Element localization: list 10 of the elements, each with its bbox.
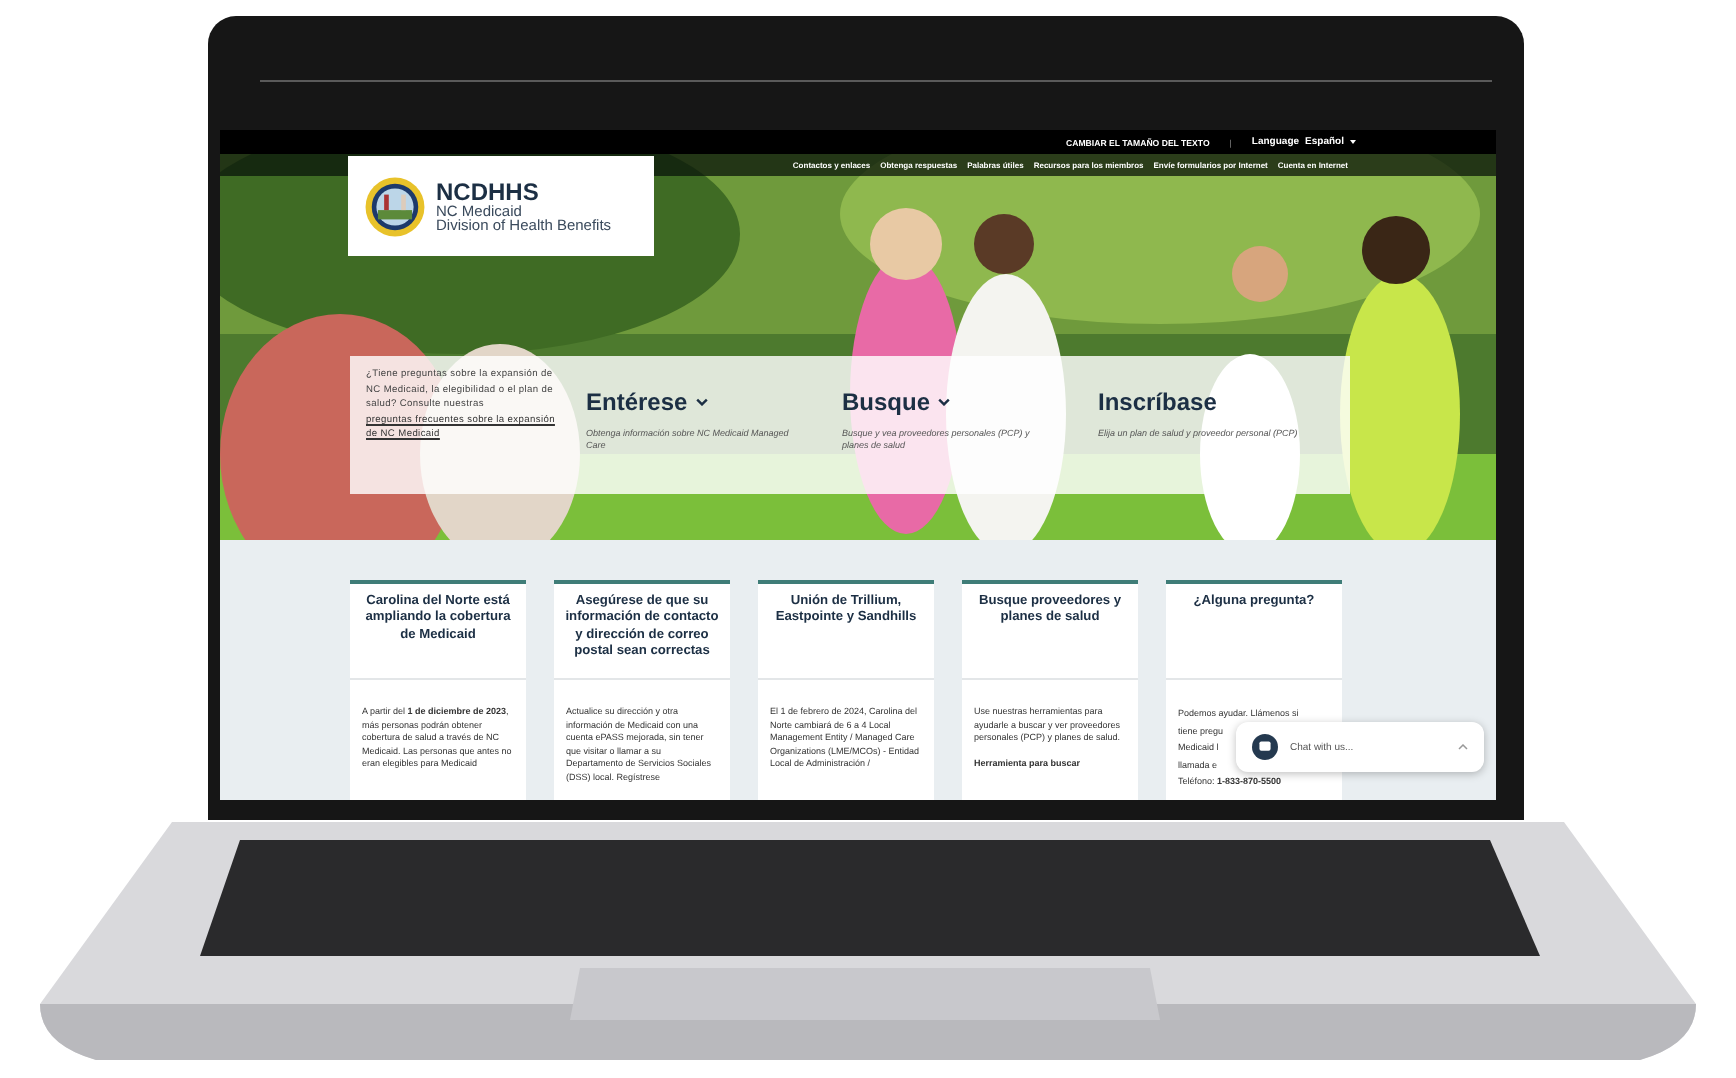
chevron-up-icon[interactable] <box>1458 744 1468 750</box>
seal-icon <box>364 175 426 237</box>
menu-heading[interactable]: Entérese <box>586 388 822 416</box>
logo-title: NCDHHS <box>436 179 541 203</box>
caret-icon <box>1350 140 1356 144</box>
menu-heading[interactable]: Inscríbase <box>1098 388 1334 416</box>
chevron-down-icon <box>695 398 708 406</box>
menu-heading[interactable]: Busque <box>842 388 1078 416</box>
chevron-down-icon <box>938 398 951 406</box>
chat-icon[interactable] <box>1252 734 1278 760</box>
